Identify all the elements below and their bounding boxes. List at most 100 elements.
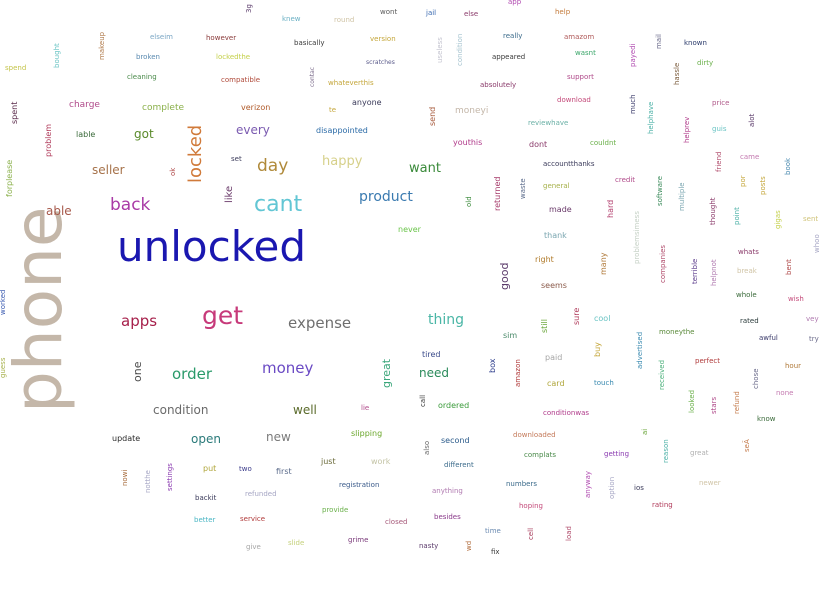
word: money bbox=[262, 359, 314, 377]
word: thing bbox=[428, 312, 465, 328]
word: cool bbox=[594, 314, 611, 323]
word: rated bbox=[740, 317, 759, 325]
word: refund bbox=[733, 391, 741, 414]
word: open bbox=[191, 432, 221, 446]
word: reason bbox=[662, 439, 670, 463]
word: day bbox=[257, 156, 289, 176]
word: time bbox=[485, 527, 501, 535]
word: ios bbox=[634, 484, 644, 492]
word: refunded bbox=[245, 490, 277, 498]
word: unlocked bbox=[117, 222, 307, 271]
word: friend bbox=[715, 151, 723, 172]
word: wd bbox=[465, 540, 473, 551]
word: seÃ bbox=[743, 439, 751, 452]
word: appeared bbox=[492, 53, 526, 61]
word: useless bbox=[436, 37, 444, 63]
word: help bbox=[555, 8, 571, 16]
word: point bbox=[733, 207, 741, 225]
word: great bbox=[380, 358, 393, 388]
word: registration bbox=[339, 481, 380, 489]
word: complete bbox=[142, 103, 185, 113]
word: dirty bbox=[697, 59, 714, 67]
word: numbers bbox=[506, 480, 537, 488]
word: provide bbox=[322, 506, 349, 514]
word: verizon bbox=[241, 103, 271, 112]
word: tired bbox=[422, 350, 441, 359]
word: want bbox=[409, 161, 441, 176]
word: thank bbox=[544, 231, 567, 240]
word: slipping bbox=[351, 429, 383, 438]
word: elseim bbox=[150, 33, 173, 41]
word: worked bbox=[0, 289, 7, 315]
word: payedi bbox=[629, 43, 637, 67]
word: received bbox=[658, 359, 666, 390]
word: product bbox=[359, 189, 413, 205]
word-cloud: phone unlocked get cant back locked day … bbox=[0, 0, 833, 600]
word: makeup bbox=[98, 31, 106, 60]
word: right bbox=[535, 255, 554, 264]
word: sent bbox=[803, 215, 819, 223]
word: hard bbox=[606, 199, 615, 218]
word: order bbox=[172, 365, 212, 383]
word: expense bbox=[288, 314, 352, 332]
word: couldnt bbox=[590, 139, 617, 147]
word: spend bbox=[5, 64, 27, 72]
word: box bbox=[488, 358, 497, 373]
word: app bbox=[508, 0, 522, 6]
word: give bbox=[246, 543, 261, 551]
word: hoping bbox=[519, 502, 543, 510]
word: break bbox=[737, 267, 757, 275]
word: besides bbox=[434, 513, 461, 521]
word: sure bbox=[572, 307, 581, 325]
word: problem bbox=[44, 123, 53, 157]
word: send bbox=[428, 106, 437, 126]
word: credit bbox=[615, 176, 636, 184]
word: bought bbox=[53, 43, 61, 68]
word: ai bbox=[641, 428, 649, 435]
word: second bbox=[441, 436, 470, 445]
word: whole bbox=[736, 291, 757, 299]
word: none bbox=[776, 389, 794, 397]
word: lockedthe bbox=[216, 53, 251, 61]
word: work bbox=[371, 457, 391, 466]
word: seller bbox=[92, 163, 125, 177]
word: lable bbox=[76, 130, 96, 139]
word: service bbox=[240, 515, 266, 523]
word: looked bbox=[688, 389, 696, 413]
word: nowi bbox=[121, 469, 129, 486]
word: seems bbox=[541, 281, 567, 290]
word: support bbox=[567, 73, 594, 81]
word: put bbox=[203, 464, 217, 473]
word: wont bbox=[380, 8, 398, 16]
word: wasnt bbox=[575, 49, 596, 57]
word: helphave bbox=[647, 101, 655, 134]
word: first bbox=[276, 467, 292, 476]
word: never bbox=[398, 225, 421, 234]
word: good bbox=[498, 262, 511, 290]
word: guess bbox=[0, 357, 7, 378]
word: basically bbox=[294, 39, 325, 47]
word: buy bbox=[593, 342, 602, 357]
word: por bbox=[739, 175, 747, 187]
word: jail bbox=[426, 9, 437, 17]
word: hassle bbox=[673, 62, 681, 85]
word: phone bbox=[0, 206, 77, 413]
word: vey bbox=[806, 315, 819, 323]
word: got bbox=[134, 127, 154, 141]
word: try bbox=[809, 335, 819, 343]
word: returned bbox=[493, 176, 502, 211]
word: moneyi bbox=[455, 106, 489, 116]
word: guis bbox=[712, 125, 727, 133]
word: chose bbox=[752, 368, 760, 389]
word: new bbox=[266, 430, 291, 444]
word: one bbox=[131, 361, 144, 382]
word: however bbox=[206, 34, 237, 42]
word: dont bbox=[529, 140, 548, 149]
word: perfect bbox=[695, 357, 720, 365]
word: helpnot bbox=[710, 259, 718, 286]
word: load bbox=[565, 526, 573, 541]
word: nasty bbox=[419, 542, 439, 550]
word: contac bbox=[309, 66, 316, 87]
word: mail bbox=[655, 34, 663, 49]
word: grime bbox=[348, 536, 369, 544]
